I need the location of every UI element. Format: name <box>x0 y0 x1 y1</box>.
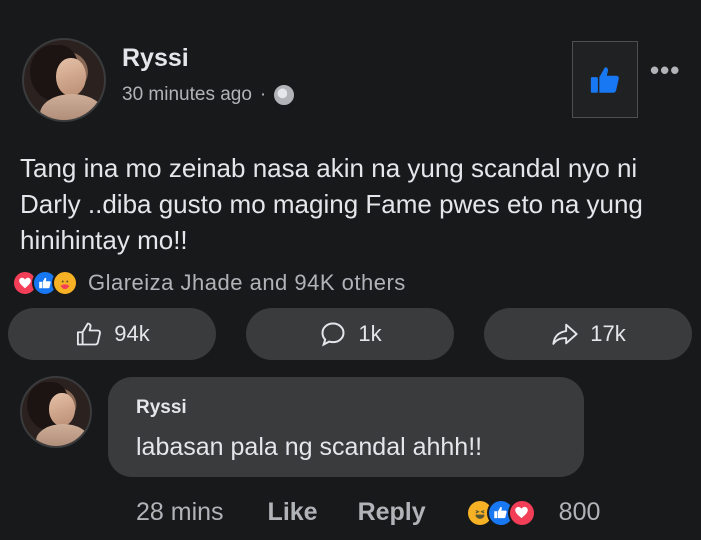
comment-text: labasan pala ng scandal ahhh!! <box>136 433 483 461</box>
comment-reply-button[interactable]: Reply <box>358 498 426 527</box>
comment-actions: 28 mins Like Reply 800 <box>136 498 600 527</box>
post-timestamp[interactable]: 30 minutes ago <box>122 84 252 106</box>
share-arrow-icon <box>552 323 578 345</box>
reaction-summary-text[interactable]: Glareiza Jhade and 94K others <box>88 270 406 296</box>
facebook-post: Ryssi 30 minutes ago · ••• Tang ina mo z… <box>0 0 701 540</box>
like-page-button[interactable] <box>572 41 638 118</box>
post-text: Tang ina mo zeinab nasa akin na yung sca… <box>20 153 643 255</box>
author-name[interactable]: Ryssi <box>122 44 189 73</box>
like-count: 94k <box>114 321 150 346</box>
author-avatar[interactable] <box>22 38 106 122</box>
comment-bubble: Ryssi labasan pala ng scandal ahhh!! <box>108 377 584 477</box>
comment-like-button[interactable]: Like <box>268 498 318 527</box>
comment-bubble-icon <box>321 322 345 347</box>
comment-reactions[interactable] <box>465 498 536 527</box>
share-button[interactable]: 17k <box>484 308 692 360</box>
share-count: 17k <box>590 321 626 346</box>
thumbs-up-outline-icon <box>77 322 102 346</box>
comment-count: 1k <box>358 321 382 346</box>
reactions-summary[interactable]: Glareiza Jhade and 94K others <box>12 270 406 296</box>
like-button[interactable]: 94k <box>8 308 216 360</box>
comment-author[interactable]: Ryssi <box>136 397 187 419</box>
meta-separator: · <box>259 84 267 105</box>
comment-timestamp[interactable]: 28 mins <box>136 498 224 527</box>
more-options-button[interactable]: ••• <box>650 55 680 86</box>
heart-icon <box>507 498 536 527</box>
care-icon <box>52 270 78 296</box>
thumbs-up-icon <box>590 66 619 93</box>
commenter-avatar[interactable] <box>20 376 92 448</box>
comment-button[interactable]: 1k <box>246 308 454 360</box>
post-meta: 30 minutes ago · <box>122 84 295 106</box>
comment-reaction-count[interactable]: 800 <box>559 498 601 527</box>
globe-icon <box>274 85 295 105</box>
